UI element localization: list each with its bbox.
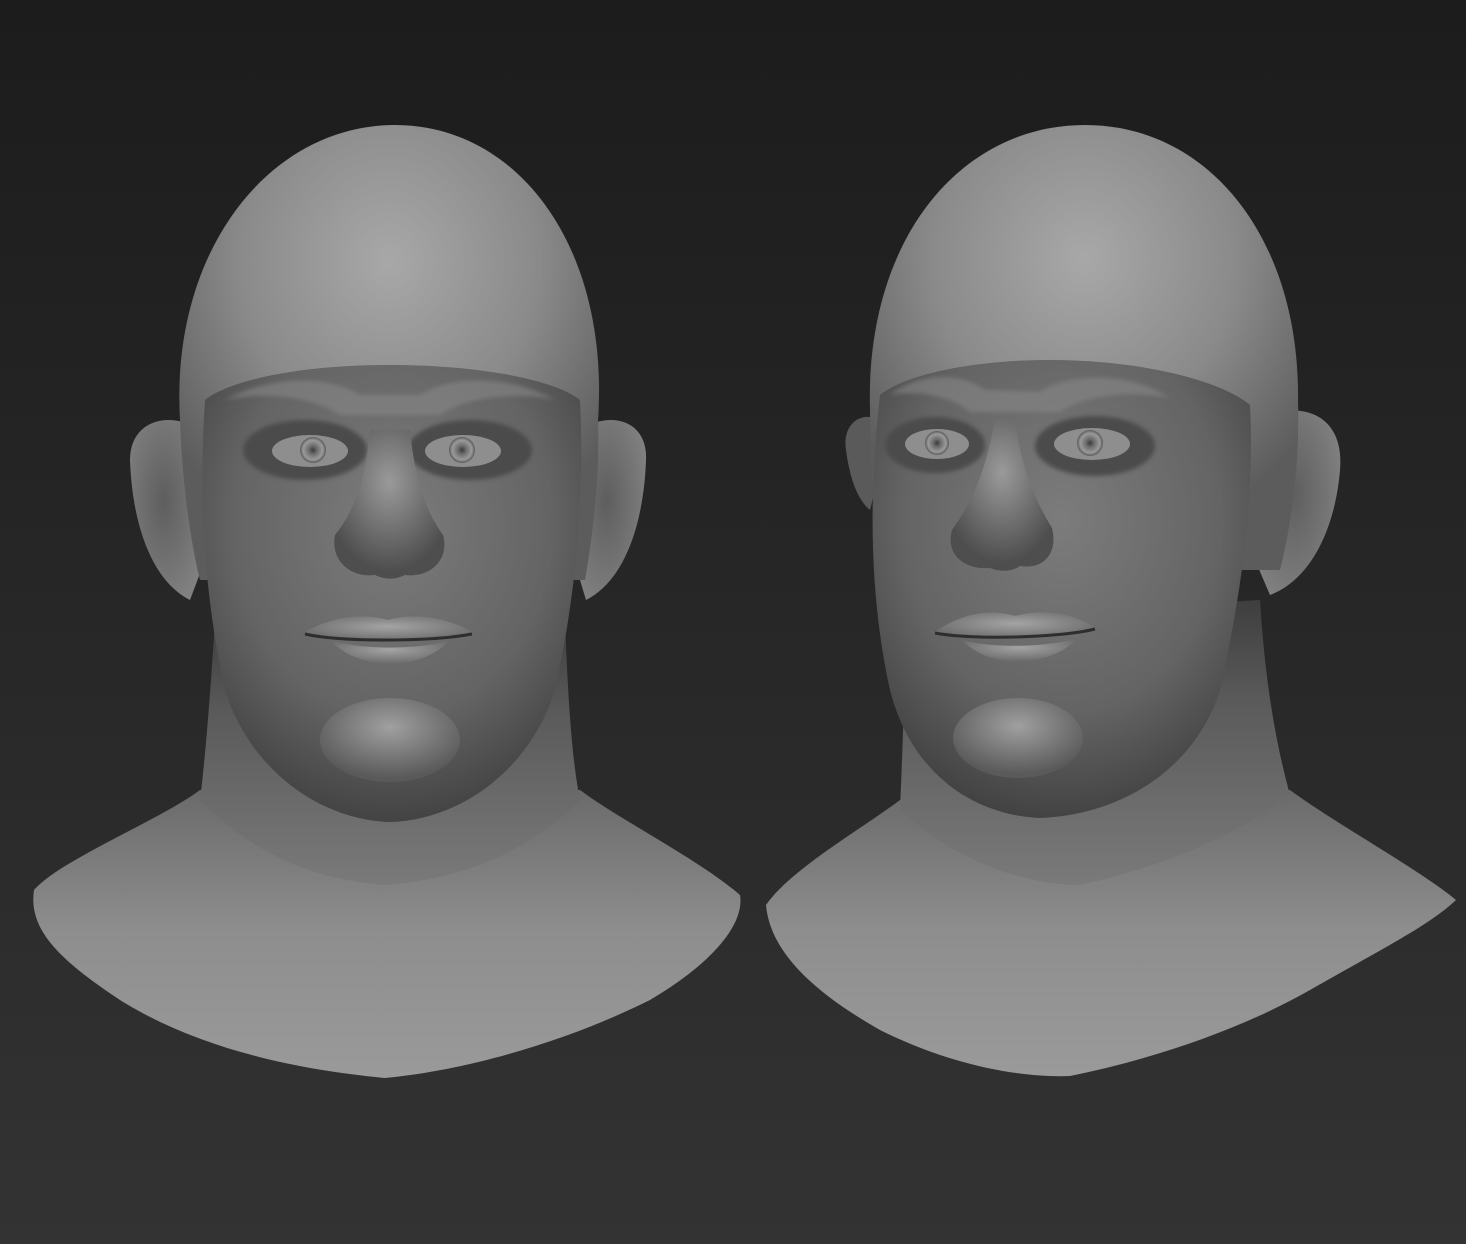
right-iris [1077, 430, 1103, 456]
head-front-view [33, 125, 741, 1078]
sculpt-render [33, 125, 1456, 1078]
chin [320, 698, 460, 782]
left-iris [925, 431, 949, 455]
right-iris [449, 437, 475, 463]
left-iris [300, 437, 326, 463]
head-three-quarter-view [766, 125, 1456, 1077]
viewport [0, 0, 1466, 1244]
chin [953, 698, 1083, 778]
